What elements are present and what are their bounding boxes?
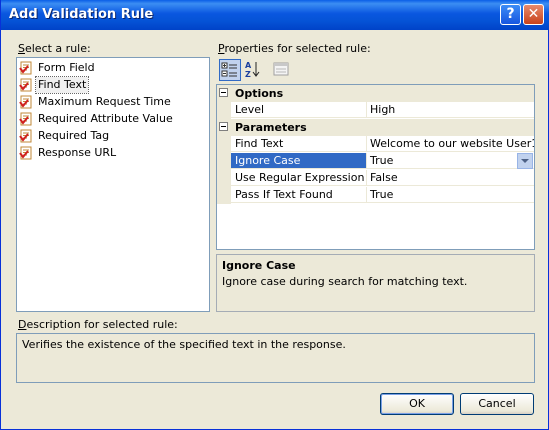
help-icon: ?	[506, 6, 515, 22]
title-bar[interactable]: Add Validation Rule ? ✕	[1, 0, 549, 30]
rule-item-form-field[interactable]: Form Field	[19, 60, 207, 76]
category-options[interactable]: Options	[217, 85, 534, 102]
rule-icon	[19, 146, 32, 160]
description-box: Verifies the existence of the specified …	[16, 333, 535, 383]
svg-text:Z: Z	[245, 70, 251, 79]
rule-icon	[19, 61, 32, 75]
help-button[interactable]: ?	[500, 4, 521, 25]
help-title: Ignore Case	[222, 259, 296, 272]
property-pages-button[interactable]	[271, 59, 293, 81]
rule-label: Form Field	[38, 61, 95, 74]
rule-label: Maximum Request Time	[38, 95, 171, 108]
ok-button[interactable]: OK	[380, 393, 454, 415]
cancel-button[interactable]: Cancel	[460, 393, 534, 415]
rule-icon	[19, 129, 32, 143]
category-label: Options	[235, 87, 284, 100]
categorized-icon	[221, 62, 237, 77]
property-value[interactable]: True	[367, 153, 534, 169]
alphabetical-button[interactable]: AZ	[242, 59, 264, 81]
property-name: Ignore Case	[231, 153, 367, 169]
property-name: Find Text	[231, 136, 367, 152]
rule-item-maximum-request-time[interactable]: Maximum Request Time	[19, 94, 207, 110]
rule-label: Required Attribute Value	[38, 112, 173, 125]
property-value[interactable]: High	[367, 102, 534, 118]
category-label: Parameters	[235, 121, 307, 134]
property-value[interactable]: False	[367, 170, 534, 186]
property-name: Use Regular Expression	[231, 170, 367, 186]
rules-listbox[interactable]: Form Field Find Text Maximum Request Tim…	[16, 57, 210, 312]
close-icon: ✕	[527, 6, 540, 22]
svg-text:A: A	[245, 61, 252, 70]
rule-icon	[19, 78, 32, 92]
sort-az-icon: AZ	[245, 61, 260, 79]
collapse-icon[interactable]	[219, 88, 228, 97]
dialog-window: Add Validation Rule ? ✕ Select a rule: F…	[0, 0, 549, 430]
description-label: Description for selected rule:	[18, 318, 178, 331]
property-row-find-text[interactable]: Find Text Welcome to our website User1!	[217, 136, 534, 153]
properties-label: Properties for selected rule:	[218, 42, 371, 55]
help-description: Ignore case during search for matching t…	[222, 275, 468, 288]
rule-icon	[19, 95, 32, 109]
rule-icon	[19, 112, 32, 126]
rule-label: Required Tag	[38, 129, 110, 142]
property-help-pane: Ignore Case Ignore case during search fo…	[216, 254, 535, 312]
property-row-use-regular-expression[interactable]: Use Regular Expression False	[217, 170, 534, 187]
property-value[interactable]: Welcome to our website User1!	[367, 136, 534, 152]
property-name: Level	[231, 102, 367, 118]
property-row-ignore-case[interactable]: Ignore Case True	[217, 153, 534, 170]
rule-item-required-attribute-value[interactable]: Required Attribute Value	[19, 111, 207, 127]
property-pages-icon	[273, 62, 289, 76]
rule-item-required-tag[interactable]: Required Tag	[19, 128, 207, 144]
property-grid[interactable]: Options Level High Parameters Find Text …	[216, 84, 535, 250]
property-value[interactable]: True	[367, 187, 534, 203]
rule-item-response-url[interactable]: Response URL	[19, 145, 207, 161]
category-parameters[interactable]: Parameters	[217, 119, 534, 136]
property-row-pass-if-text-found[interactable]: Pass If Text Found True	[217, 187, 534, 204]
dropdown-arrow-icon[interactable]	[517, 153, 533, 169]
property-grid-toolbar: AZ	[217, 58, 535, 82]
rule-label: Response URL	[38, 146, 117, 159]
rule-item-find-text[interactable]: Find Text	[19, 76, 207, 94]
categorized-button[interactable]	[219, 59, 241, 81]
rule-label: Find Text	[34, 76, 90, 94]
property-name: Pass If Text Found	[231, 187, 367, 203]
description-text: Verifies the existence of the specified …	[22, 338, 346, 351]
close-button[interactable]: ✕	[523, 4, 544, 25]
property-row-level[interactable]: Level High	[217, 102, 534, 119]
select-rule-label: Select a rule:	[18, 42, 91, 55]
window-title: Add Validation Rule	[9, 7, 154, 22]
collapse-icon[interactable]	[219, 122, 228, 131]
